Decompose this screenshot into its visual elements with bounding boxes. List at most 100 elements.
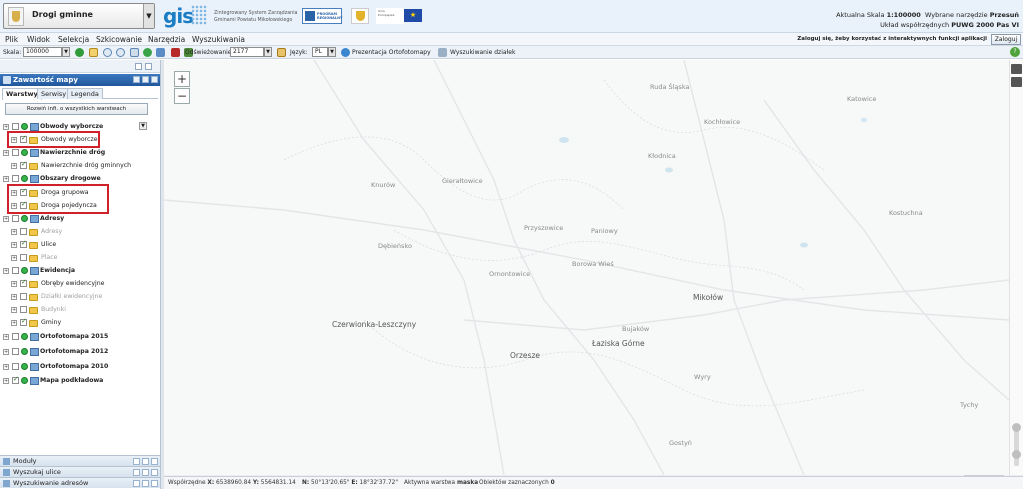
tab-legenda[interactable]: Legenda — [67, 88, 103, 99]
tab-warstwy[interactable]: Warstwy — [2, 88, 42, 100]
zoom-in-button[interactable]: + — [174, 71, 190, 87]
map-canvas[interactable]: + − Ruda Śląska Katowice Kochłowice Kłod… — [164, 60, 1009, 475]
layer-visibility-checkbox[interactable] — [20, 317, 27, 326]
layer-group-row[interactable]: + Ortofotomapa 2012 — [0, 346, 160, 358]
zoom-in-icon[interactable] — [103, 48, 112, 57]
expand-toggle-icon[interactable]: + — [3, 150, 9, 156]
expand-toggle-icon[interactable]: + — [11, 307, 17, 313]
help-icon[interactable] — [133, 469, 140, 476]
print-icon[interactable] — [171, 48, 180, 57]
layer-row[interactable]: + Obręby ewidencyjne — [0, 278, 160, 290]
refresh-input[interactable]: 2177 — [230, 47, 264, 57]
menu-szkicowanie[interactable]: Szkicowanie — [96, 35, 142, 44]
menu-widok[interactable]: Widok — [27, 35, 50, 44]
layer-visibility-checkbox[interactable] — [20, 254, 27, 261]
layer-visibility-checkbox[interactable] — [20, 228, 27, 235]
menu-plik[interactable]: Plik — [5, 35, 18, 44]
layer-row[interactable]: + Nawierzchnie dróg gminnych — [0, 160, 160, 172]
expand-all-info-button[interactable]: Rozwiń infi. o wszystkich warstwach — [5, 103, 148, 115]
help-icon[interactable] — [133, 458, 140, 465]
zoom-out-button[interactable]: − — [174, 88, 190, 104]
zoom-out-icon[interactable] — [116, 48, 125, 57]
scale-input[interactable]: 100000 — [23, 47, 62, 57]
panel-settings-icon[interactable] — [142, 76, 149, 83]
bookmark-icon[interactable] — [277, 48, 286, 57]
globe-icon[interactable] — [341, 48, 350, 57]
expand-toggle-icon[interactable]: + — [3, 364, 9, 370]
settings-icon[interactable] — [142, 458, 149, 465]
layer-visibility-checkbox[interactable] — [20, 278, 27, 287]
ortho-presentation-link[interactable]: Prezentacja Ortofotomapy — [352, 49, 431, 56]
close-icon[interactable] — [151, 480, 158, 487]
language-dropdown-icon[interactable]: ▼ — [328, 47, 336, 57]
expand-toggle-icon[interactable]: + — [11, 320, 17, 326]
menu-wyszukiwania[interactable]: Wyszukiwania — [192, 35, 245, 44]
layer-row[interactable]: + Ulice — [0, 239, 160, 251]
settings-icon[interactable] — [142, 469, 149, 476]
expand-toggle-icon[interactable]: + — [11, 294, 17, 300]
parcel-search-link[interactable]: Wyszukiwanie działek — [450, 49, 515, 56]
tab-serwisy[interactable]: Serwisy — [37, 88, 71, 99]
layer-visibility-checkbox[interactable] — [20, 293, 27, 300]
expand-toggle-icon[interactable]: + — [3, 268, 9, 274]
close-icon[interactable] — [151, 458, 158, 465]
layer-visibility-checkbox[interactable] — [20, 160, 27, 169]
expand-toggle-icon[interactable]: + — [11, 242, 17, 248]
expand-toggle-icon[interactable]: + — [3, 176, 9, 182]
layer-group-row[interactable]: + Nawierzchnie dróg — [0, 147, 160, 159]
menu-selekcja[interactable]: Selekcja — [58, 35, 89, 44]
layer-visibility-checkbox[interactable] — [12, 175, 19, 182]
expand-toggle-icon[interactable]: + — [11, 281, 17, 287]
expand-toggle-icon[interactable]: + — [11, 229, 17, 235]
map-vertical-slider[interactable] — [1014, 426, 1019, 466]
layer-row[interactable]: + Gminy — [0, 317, 160, 329]
layer-group-row[interactable]: + Ortofotomapa 2010 — [0, 361, 160, 373]
settings-icon[interactable] — [142, 480, 149, 487]
layer-visibility-checkbox[interactable] — [12, 375, 19, 384]
modules-bar[interactable]: Moduły — [0, 455, 160, 466]
street-search-bar[interactable]: Wyszukaj ulice — [0, 466, 160, 477]
expand-toggle-icon[interactable]: + — [3, 349, 9, 355]
help-icon[interactable]: ? — [1010, 47, 1020, 57]
address-search-bar[interactable]: Wyszukiwanie adresów — [0, 477, 160, 488]
layer-visibility-checkbox[interactable] — [12, 363, 19, 370]
panel-help-icon[interactable] — [133, 76, 140, 83]
panel-close-icon[interactable] — [151, 76, 158, 83]
language-select[interactable]: PL — [312, 47, 328, 57]
expand-toggle-icon[interactable]: + — [3, 334, 9, 340]
chevron-down-icon[interactable]: ▼ — [143, 4, 154, 28]
layer-group-row[interactable]: + Ortofotomapa 2015 — [0, 331, 160, 343]
login-button[interactable]: Zaloguj — [991, 34, 1021, 45]
layer-group-row[interactable]: + Ewidencja — [0, 265, 160, 277]
layer-visibility-checkbox[interactable] — [12, 267, 19, 274]
menu-narzedzia[interactable]: Narzędzia — [148, 35, 185, 44]
layers-toggle-icon[interactable] — [1011, 77, 1022, 87]
panel-minimize-icon[interactable] — [135, 63, 142, 70]
comment-icon[interactable] — [1011, 64, 1022, 74]
zoom-extent-icon[interactable] — [130, 48, 139, 57]
layer-visibility-checkbox[interactable] — [12, 333, 19, 340]
next-view-icon[interactable] — [156, 48, 165, 57]
expand-toggle-icon[interactable]: + — [11, 255, 17, 261]
layer-visibility-checkbox[interactable] — [12, 215, 19, 222]
expand-toggle-icon[interactable]: + — [11, 163, 17, 169]
close-icon[interactable] — [151, 469, 158, 476]
layer-group-row[interactable]: + Adresy — [0, 213, 160, 225]
layer-visibility-checkbox[interactable] — [20, 239, 27, 248]
expand-toggle-icon[interactable]: + — [3, 378, 9, 384]
expand-toggle-icon[interactable]: + — [3, 124, 9, 130]
layer-visibility-checkbox[interactable] — [12, 149, 19, 156]
panel-restore-icon[interactable] — [145, 63, 152, 70]
layer-set-select[interactable]: Drogi gminne ▼ — [3, 3, 155, 29]
help-icon[interactable] — [133, 480, 140, 487]
layer-row[interactable]: + Budynki — [0, 304, 160, 316]
layer-options-icon[interactable]: ▼ — [139, 122, 147, 130]
layer-row[interactable]: + Działki ewidencyjne — [0, 291, 160, 303]
layer-visibility-checkbox[interactable] — [12, 348, 19, 355]
info-icon[interactable] — [75, 48, 84, 57]
refresh-dropdown-icon[interactable]: ▼ — [264, 47, 272, 57]
expand-toggle-icon[interactable]: + — [3, 216, 9, 222]
slider-knob[interactable] — [1012, 450, 1021, 459]
pan-hand-icon[interactable] — [89, 48, 98, 57]
layer-row[interactable]: + Adresy — [0, 226, 160, 238]
